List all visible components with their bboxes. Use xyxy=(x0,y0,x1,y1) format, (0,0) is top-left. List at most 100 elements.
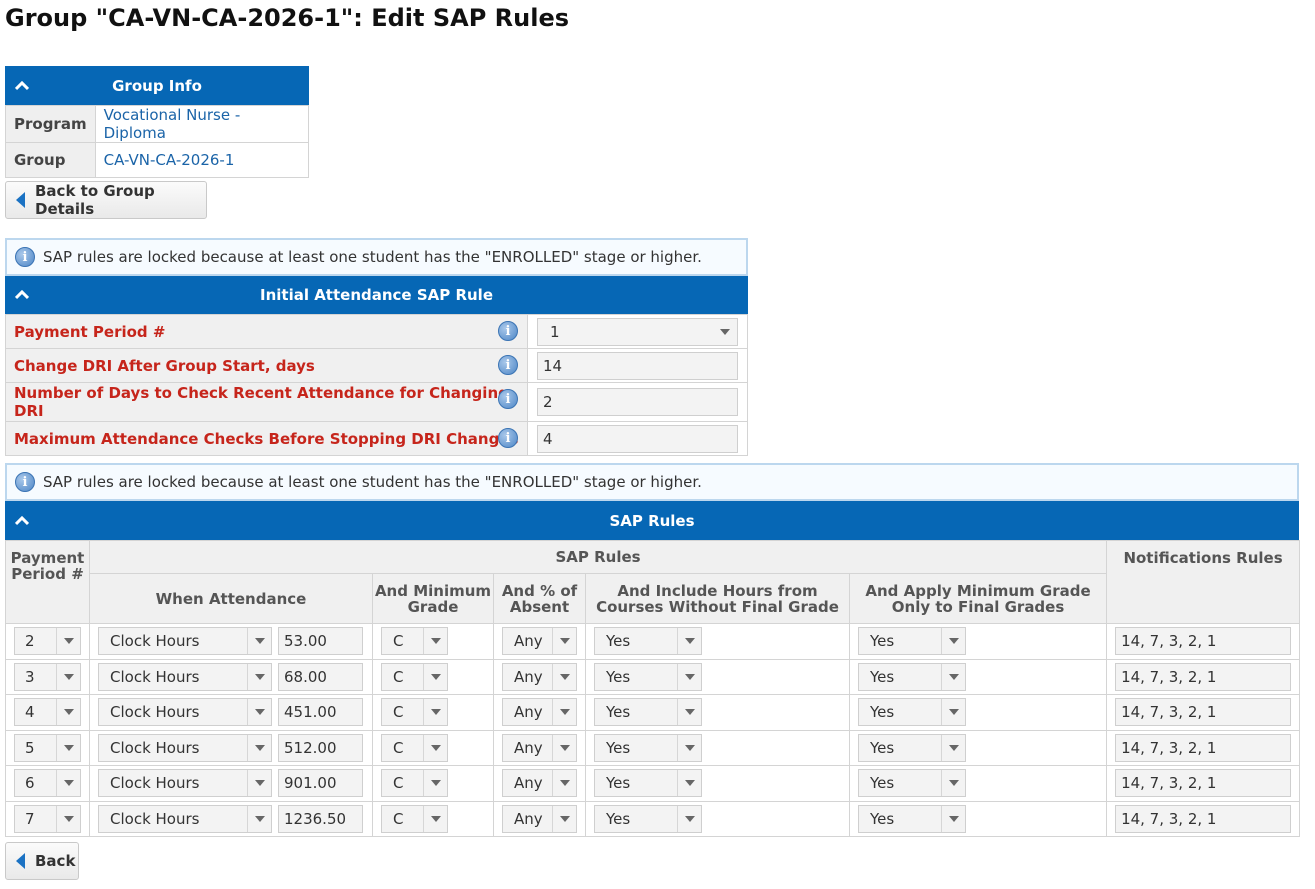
recent-attendance-days-label: Number of Days to Check Recent Attendanc… xyxy=(14,384,509,420)
apply-min-grade-select-value: Yes xyxy=(870,632,895,651)
table-row: 2 Clock Hours 53.00 C Any Yes Yes 14, 7, 3, 2, … xyxy=(5,623,1301,660)
back-to-group-details-button[interactable]: Back to Group Details xyxy=(5,181,207,219)
apply-min-grade-select-value: Yes xyxy=(870,738,895,757)
attendance-type-select[interactable]: Clock Hours xyxy=(98,662,272,691)
period-select[interactable]: 2 xyxy=(14,627,81,656)
group-info-header[interactable]: Group Info xyxy=(5,66,309,105)
chevron-down-icon xyxy=(552,628,576,655)
apply-min-grade-select-value: Yes xyxy=(870,667,895,686)
chevron-down-icon xyxy=(941,734,965,761)
table-row: 5 Clock Hours 512.00 C Any Yes Yes 14, 7, 3, 2,… xyxy=(5,729,1301,766)
group-label: Group xyxy=(5,142,96,178)
min-grade-select[interactable]: C xyxy=(381,627,448,656)
include-hours-select[interactable]: Yes xyxy=(594,804,702,833)
info-icon[interactable]: i xyxy=(498,428,518,448)
notifications-field[interactable]: 14, 7, 3, 2, 1 xyxy=(1115,804,1292,833)
chevron-down-icon xyxy=(247,699,271,726)
attendance-type-select[interactable]: Clock Hours xyxy=(98,627,272,656)
apply-min-grade-select[interactable]: Yes xyxy=(858,733,966,762)
chevron-down-icon xyxy=(941,628,965,655)
notifications-field[interactable]: 14, 7, 3, 2, 1 xyxy=(1115,698,1292,727)
info-icon[interactable]: i xyxy=(498,389,518,409)
min-grade-select[interactable]: C xyxy=(381,698,448,727)
period-select[interactable]: 5 xyxy=(14,733,81,762)
attendance-type-select-value: Clock Hours xyxy=(110,738,200,757)
period-select[interactable]: 3 xyxy=(14,662,81,691)
sap-rules-table: Payment Period # SAP Rules Notifications… xyxy=(5,540,1301,837)
apply-min-grade-select[interactable]: Yes xyxy=(858,662,966,691)
absent-select[interactable]: Any xyxy=(502,662,577,691)
chevron-down-icon xyxy=(941,699,965,726)
apply-min-grade-select[interactable]: Yes xyxy=(858,698,966,727)
chevron-down-icon xyxy=(56,770,80,797)
absent-select[interactable]: Any xyxy=(502,804,577,833)
change-dri-field[interactable]: 14 xyxy=(537,351,738,380)
include-hours-select[interactable]: Yes xyxy=(594,698,702,727)
chevron-up-icon[interactable] xyxy=(15,290,29,300)
absent-select[interactable]: Any xyxy=(502,698,577,727)
include-hours-select[interactable]: Yes xyxy=(594,733,702,762)
min-grade-select[interactable]: C xyxy=(381,804,448,833)
chevron-down-icon xyxy=(56,663,80,690)
chevron-down-icon xyxy=(677,699,701,726)
attendance-type-select[interactable]: Clock Hours xyxy=(98,698,272,727)
hours-field[interactable]: 451.00 xyxy=(278,698,363,727)
arrow-left-icon xyxy=(16,853,25,869)
col-min-grade: And Minimum Grade xyxy=(372,573,494,624)
chevron-down-icon xyxy=(247,805,271,832)
program-label: Program xyxy=(5,105,96,143)
period-select[interactable]: 6 xyxy=(14,769,81,798)
payment-period-select[interactable]: 1 xyxy=(537,317,738,346)
hours-field[interactable]: 512.00 xyxy=(278,733,363,762)
period-select[interactable]: 7 xyxy=(14,804,81,833)
notifications-field[interactable]: 14, 7, 3, 2, 1 xyxy=(1115,733,1292,762)
attendance-type-select-value: Clock Hours xyxy=(110,703,200,722)
apply-min-grade-select[interactable]: Yes xyxy=(858,804,966,833)
include-hours-select[interactable]: Yes xyxy=(594,769,702,798)
initial-attendance-header[interactable]: Initial Attendance SAP Rule xyxy=(5,276,748,314)
apply-min-grade-select[interactable]: Yes xyxy=(858,769,966,798)
absent-select[interactable]: Any xyxy=(502,769,577,798)
chevron-down-icon xyxy=(713,319,737,345)
chevron-up-icon[interactable] xyxy=(15,515,29,526)
absent-select[interactable]: Any xyxy=(502,733,577,762)
payment-period-value: 1 xyxy=(550,322,560,341)
period-select-value: 7 xyxy=(25,809,35,828)
min-grade-select-value: C xyxy=(393,809,404,828)
back-button[interactable]: Back xyxy=(5,842,79,880)
hours-field[interactable]: 1236.50 xyxy=(278,804,363,833)
table-row: 6 Clock Hours 901.00 C Any Yes Yes 14, 7, 3, 2,… xyxy=(5,765,1301,802)
notifications-field[interactable]: 14, 7, 3, 2, 1 xyxy=(1115,627,1292,656)
chevron-down-icon xyxy=(677,805,701,832)
min-grade-select[interactable]: C xyxy=(381,733,448,762)
attendance-type-select[interactable]: Clock Hours xyxy=(98,733,272,762)
recent-attendance-days-field[interactable]: 2 xyxy=(537,388,738,416)
notifications-field[interactable]: 14, 7, 3, 2, 1 xyxy=(1115,662,1292,691)
hours-field[interactable]: 68.00 xyxy=(278,662,363,691)
hours-field[interactable]: 901.00 xyxy=(278,769,363,798)
include-hours-select[interactable]: Yes xyxy=(594,627,702,656)
include-hours-select[interactable]: Yes xyxy=(594,662,702,691)
attendance-type-select-value: Clock Hours xyxy=(110,667,200,686)
sap-rules-header[interactable]: SAP Rules xyxy=(5,501,1299,540)
min-grade-select[interactable]: C xyxy=(381,662,448,691)
info-icon[interactable]: i xyxy=(498,321,518,341)
chevron-down-icon xyxy=(423,628,447,655)
absent-select[interactable]: Any xyxy=(502,627,577,656)
max-checks-field[interactable]: 4 xyxy=(537,424,738,453)
attendance-type-select[interactable]: Clock Hours xyxy=(98,804,272,833)
apply-min-grade-select[interactable]: Yes xyxy=(858,627,966,656)
chevron-down-icon xyxy=(247,770,271,797)
absent-select-value: Any xyxy=(514,809,543,828)
min-grade-select[interactable]: C xyxy=(381,769,448,798)
chevron-up-icon[interactable] xyxy=(15,80,29,91)
table-row: 7 Clock Hours 1236.50 C Any Yes Yes 14, 7, 3, 2… xyxy=(5,800,1301,837)
attendance-type-select-value: Clock Hours xyxy=(110,632,200,651)
info-icon[interactable]: i xyxy=(498,355,518,375)
attendance-type-select[interactable]: Clock Hours xyxy=(98,769,272,798)
period-select-value: 3 xyxy=(25,667,35,686)
hours-field[interactable]: 53.00 xyxy=(278,627,363,656)
period-select[interactable]: 4 xyxy=(14,698,81,727)
max-checks-label: Maximum Attendance Checks Before Stoppin… xyxy=(14,429,519,448)
notifications-field[interactable]: 14, 7, 3, 2, 1 xyxy=(1115,769,1292,798)
